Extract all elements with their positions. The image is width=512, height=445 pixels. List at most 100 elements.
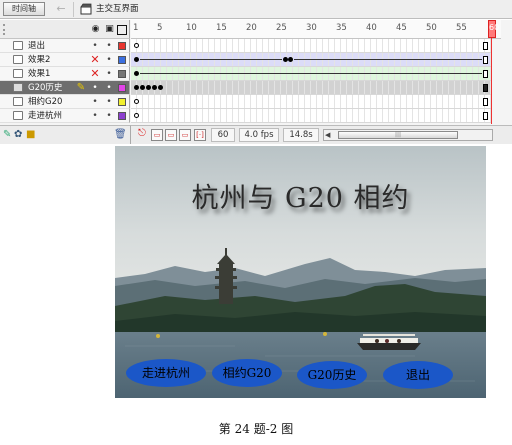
frame-track[interactable] <box>131 53 492 67</box>
frame-end-marker <box>483 56 488 64</box>
frame-rate-field[interactable]: 4.0 fps <box>239 128 279 142</box>
layer-row-effect2[interactable]: 效果2 ✕ • <box>0 53 512 67</box>
frame-track[interactable] <box>131 39 492 53</box>
frame-track[interactable] <box>131 109 492 123</box>
hidden-x-icon[interactable]: ✕ <box>89 67 101 81</box>
playhead-frame-number: 60 <box>489 23 500 32</box>
outline-icon[interactable] <box>117 25 127 35</box>
keyframe[interactable] <box>134 85 139 90</box>
lock-dot[interactable]: • <box>104 67 114 81</box>
stage-title: 杭州与 G20 相约 <box>191 183 410 214</box>
eye-icon[interactable]: ◉ <box>90 24 101 35</box>
layer-color-swatch[interactable] <box>118 84 126 92</box>
scroll-left-icon[interactable]: ◀ <box>325 130 330 140</box>
layer-row-enter-hangzhou[interactable]: 走进杭州 • • <box>0 109 512 123</box>
new-folder-icon[interactable]: ■ <box>26 129 35 141</box>
frame-track[interactable] <box>131 67 492 81</box>
onion-skin-icon[interactable]: ▭ <box>151 129 163 141</box>
layer-color-swatch[interactable] <box>118 42 126 50</box>
keyframe[interactable] <box>146 85 151 90</box>
layer-name-cell[interactable]: 走进杭州 • • <box>0 109 130 123</box>
current-frame-field[interactable]: 60 <box>211 128 235 142</box>
edit-multiple-icon[interactable]: ▭ <box>179 129 191 141</box>
visible-dot[interactable]: • <box>89 81 101 95</box>
scroll-thumb[interactable]: ||| <box>338 131 458 139</box>
horizontal-scrollbar[interactable]: ◀ ||| <box>323 129 493 141</box>
layer-name-cell[interactable]: G20历史 ✎ • • <box>0 81 130 95</box>
keyframe[interactable] <box>134 71 139 76</box>
back-arrow-icon[interactable]: ← <box>54 2 68 16</box>
visible-dot[interactable]: • <box>89 39 101 53</box>
lock-dot[interactable]: • <box>104 95 114 109</box>
layer-page-icon <box>13 41 23 50</box>
hidden-x-icon[interactable]: ✕ <box>89 53 101 67</box>
empty-keyframe[interactable] <box>134 43 139 48</box>
motion-guide-icon[interactable]: ✿ <box>14 129 22 141</box>
layer-name-cell[interactable]: 退出 • • <box>0 39 130 53</box>
layer-color-swatch[interactable] <box>118 70 126 78</box>
layer-row-exit[interactable]: 退出 • • <box>0 39 512 53</box>
onion-outline-icon[interactable]: ▭ <box>165 129 177 141</box>
layer-color-swatch[interactable] <box>118 112 126 120</box>
layer-page-icon <box>13 97 23 106</box>
center-frame-icon[interactable]: ⎋ <box>136 129 148 141</box>
g20-history-button[interactable]: G20历史 <box>297 361 367 389</box>
timeline-panel: ◉ ▣ 1 5 10 15 20 25 30 35 40 45 50 55 退出… <box>0 20 512 144</box>
layer-page-icon <box>13 55 23 64</box>
layer-name-cell[interactable]: 相约G20 • • <box>0 95 130 109</box>
frame-end-marker <box>483 98 488 106</box>
frame-ruler[interactable]: 1 5 10 15 20 25 30 35 40 45 50 55 <box>131 20 501 39</box>
layer-tools: ✎ ✿ ■ 🗑 <box>0 125 131 144</box>
layer-name-cell[interactable]: 效果2 ✕ • <box>0 53 130 67</box>
lock-icon[interactable]: ▣ <box>104 24 115 35</box>
ruler-label: 55 <box>456 23 467 33</box>
ruler-label: 30 <box>306 23 317 33</box>
layer-name: G20历史 <box>28 83 63 93</box>
visible-dot[interactable]: • <box>89 95 101 109</box>
exit-button[interactable]: 退出 <box>383 361 453 389</box>
layer-name: 相约G20 <box>28 97 63 107</box>
top-bar: 时间轴 ← 主交互界面 <box>0 0 512 19</box>
layer-name-cell[interactable]: 效果1 ✕ • <box>0 67 130 81</box>
layer-header: ◉ ▣ <box>0 20 130 39</box>
keyframe[interactable] <box>288 57 293 62</box>
layer-row-effect1[interactable]: 效果1 ✕ • <box>0 67 512 81</box>
timeline-toggle-button[interactable]: 时间轴 <box>3 2 45 16</box>
layer-name: 效果2 <box>28 55 51 65</box>
layer-row-meet-g20[interactable]: 相约G20 • • <box>0 95 512 109</box>
ruler-label: 1 <box>133 23 139 33</box>
empty-keyframe[interactable] <box>134 113 139 118</box>
modify-markers-icon[interactable]: [·] <box>194 129 206 141</box>
layer-name: 退出 <box>28 41 46 51</box>
ruler-label: 20 <box>246 23 257 33</box>
stage-canvas[interactable]: 杭州与 G20 相约 走进杭州 相约G20 G20历史 退出 <box>115 146 486 398</box>
lock-dot[interactable]: • <box>104 81 114 95</box>
visible-dot[interactable]: • <box>89 109 101 123</box>
frame-track[interactable] <box>131 81 492 95</box>
panel-grip-icon[interactable] <box>3 24 7 35</box>
empty-keyframe[interactable] <box>134 99 139 104</box>
layer-color-swatch[interactable] <box>118 98 126 106</box>
lock-dot[interactable]: • <box>104 109 114 123</box>
ruler-label: 25 <box>276 23 287 33</box>
enter-hangzhou-button[interactable]: 走进杭州 <box>126 359 206 387</box>
layer-page-icon <box>13 111 23 120</box>
trash-icon[interactable]: 🗑 <box>114 129 127 141</box>
scene-name[interactable]: 主交互界面 <box>96 3 139 15</box>
meet-g20-button[interactable]: 相约G20 <box>212 359 282 387</box>
ruler-label: 50 <box>426 23 437 33</box>
frame-track[interactable] <box>131 95 492 109</box>
layer-name: 效果1 <box>28 69 51 79</box>
keyframe[interactable] <box>152 85 157 90</box>
keyframe[interactable] <box>158 85 163 90</box>
keyframe[interactable] <box>140 85 145 90</box>
layer-row-g20-history[interactable]: G20历史 ✎ • • <box>0 81 512 95</box>
lock-dot[interactable]: • <box>104 53 114 67</box>
ruler-label: 40 <box>366 23 377 33</box>
ruler-label: 45 <box>396 23 407 33</box>
ruler-label: 5 <box>157 23 163 33</box>
new-layer-icon[interactable]: ✎ <box>3 129 11 141</box>
keyframe[interactable] <box>134 57 139 62</box>
layer-color-swatch[interactable] <box>118 56 126 64</box>
lock-dot[interactable]: • <box>104 39 114 53</box>
